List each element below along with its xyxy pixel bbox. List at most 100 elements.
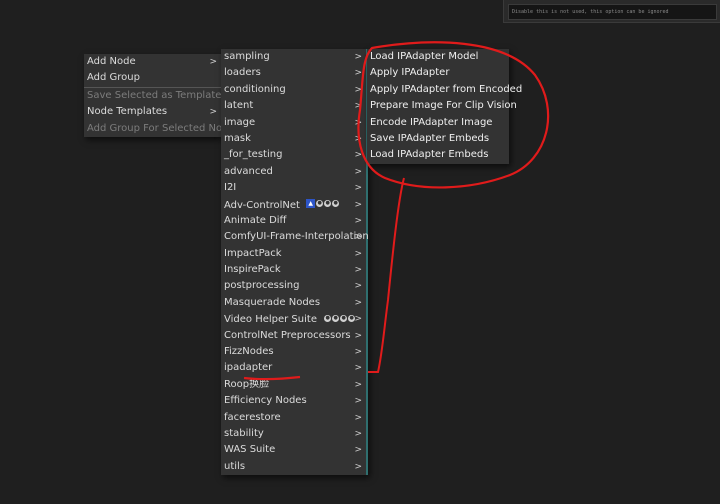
category-label: utils bbox=[224, 460, 246, 472]
category-label: ipadapter bbox=[224, 362, 273, 374]
menu-item-save-selected-as-template: Save Selected as Template bbox=[84, 86, 221, 104]
menu-item-save-ipadapter-embeds[interactable]: Save IPAdapter Embeds bbox=[367, 131, 509, 147]
submenu-arrow-icon: > bbox=[354, 150, 362, 161]
submenu-arrow-icon: > bbox=[354, 330, 362, 341]
category-image[interactable]: image > bbox=[221, 114, 368, 131]
badge-circle-icon: ● bbox=[332, 200, 340, 208]
submenu-arrow-icon: > bbox=[354, 133, 362, 144]
menu-item-load-ipadapter-model[interactable]: Load IPAdapter Model bbox=[367, 49, 509, 65]
badge-circle-icon: ● bbox=[324, 200, 332, 208]
category-label: Animate Diff bbox=[224, 214, 287, 226]
category-label: Efficiency Nodes bbox=[224, 395, 307, 407]
menu-item-add-node[interactable]: Add Node > bbox=[84, 54, 221, 70]
menu-item-apply-ipadapter-from-encoded[interactable]: Apply IPAdapter from Encoded bbox=[367, 82, 522, 98]
category-label: facerestore bbox=[224, 411, 281, 423]
category-facerestore[interactable]: facerestore > bbox=[221, 409, 368, 426]
submenu-arrow-icon: > bbox=[354, 215, 362, 226]
category-stability[interactable]: stability > bbox=[221, 425, 368, 443]
menu-item-apply-ipadapter[interactable]: Apply IPAdapter bbox=[367, 65, 509, 81]
category-comfyui-frame-interpolation[interactable]: ComfyUI-Frame-Interpolation > bbox=[221, 229, 369, 246]
category-impactpack[interactable]: ImpactPack > bbox=[221, 245, 368, 263]
submenu-arrow-icon: > bbox=[354, 52, 362, 62]
menu-item-label: Save IPAdapter Embeds bbox=[370, 132, 490, 144]
category-ipadapter[interactable]: ipadapter > bbox=[221, 360, 368, 377]
category-label: mask bbox=[224, 132, 251, 144]
category-label: ImpactPack bbox=[224, 247, 282, 259]
submenu-arrow-icon: > bbox=[354, 199, 362, 210]
submenu-arrow-icon: > bbox=[209, 57, 217, 67]
menu-item-label: Apply IPAdapter bbox=[370, 67, 450, 79]
menu-item-label: Add Node bbox=[87, 56, 136, 67]
menu-item-load-ipadapter-embeds[interactable]: Load IPAdapter Embeds bbox=[367, 147, 509, 163]
category-advanced[interactable]: advanced > bbox=[221, 163, 368, 181]
menu-item-add-group-for-selected-nodes: Add Group For Selected Nodes bbox=[84, 121, 240, 137]
submenu-arrow-icon: > bbox=[354, 232, 362, 243]
category-video-helper-suite[interactable]: Video Helper Suite ● ● ● ● > bbox=[221, 311, 368, 328]
panel-text: Disable this is not used, this option ca… bbox=[508, 4, 717, 20]
badge-circle-icon: ● bbox=[324, 314, 332, 322]
category-latent[interactable]: latent > bbox=[221, 98, 368, 115]
submenu-arrow-icon: > bbox=[354, 428, 362, 439]
category-fizznodes[interactable]: FizzNodes > bbox=[221, 344, 368, 361]
submenu-arrow-icon: > bbox=[354, 363, 362, 374]
category-i2i[interactable]: I2I > bbox=[221, 180, 368, 197]
category-label: image bbox=[224, 116, 256, 128]
category-label: loaders bbox=[224, 67, 261, 79]
category-was-suite[interactable]: WAS Suite > bbox=[221, 442, 368, 459]
submenu-arrow-icon: > bbox=[354, 379, 362, 390]
canvas-context-menu: Add Node > Add Group Save Selected as Te… bbox=[84, 54, 240, 137]
category-masquerade-nodes[interactable]: Masquerade Nodes > bbox=[221, 294, 368, 312]
submenu-arrow-icon: > bbox=[354, 84, 362, 95]
category-label: InspirePack bbox=[224, 264, 281, 276]
category-label: Masquerade Nodes bbox=[224, 296, 321, 308]
menu-item-label: Prepare Image For Clip Vision bbox=[370, 100, 517, 112]
submenu-arrow-icon: > bbox=[354, 248, 362, 259]
menu-item-node-templates[interactable]: Node Templates > bbox=[84, 104, 221, 120]
menu-item-prepare-image-for-clip-vision[interactable]: Prepare Image For Clip Vision bbox=[367, 98, 517, 114]
menu-item-label: Load IPAdapter Embeds bbox=[370, 149, 489, 161]
submenu-arrow-icon: > bbox=[209, 107, 217, 118]
category-for-testing[interactable]: _for_testing > bbox=[221, 147, 368, 164]
category-conditioning[interactable]: conditioning > bbox=[221, 81, 368, 99]
category-controlnet-preprocessors[interactable]: ControlNet Preprocessors > bbox=[221, 327, 368, 345]
category-sampling[interactable]: sampling > bbox=[221, 49, 368, 66]
submenu-arrow-icon: > bbox=[354, 347, 362, 358]
menu-item-label: Load IPAdapter Model bbox=[370, 51, 479, 62]
category-badges: ● ● ● ● bbox=[323, 311, 356, 327]
category-animate-diff[interactable]: Animate Diff > bbox=[221, 212, 368, 230]
submenu-arrow-icon: > bbox=[354, 68, 362, 79]
menu-item-label: Add Group bbox=[87, 72, 140, 84]
category-utils[interactable]: utils > bbox=[221, 458, 368, 476]
category-loaders[interactable]: loaders > bbox=[221, 65, 368, 82]
menu-item-label: Apply IPAdapter from Encoded bbox=[370, 83, 523, 95]
menu-item-encode-ipadapter-image[interactable]: Encode IPAdapter Image bbox=[367, 115, 509, 131]
annotation-connector bbox=[368, 177, 405, 373]
submenu-arrow-icon: > bbox=[354, 265, 362, 276]
category-label: _for_testing bbox=[224, 149, 283, 161]
category-inspirepack[interactable]: InspirePack > bbox=[221, 262, 368, 279]
category-postprocessing[interactable]: postprocessing > bbox=[221, 278, 368, 295]
submenu-arrow-icon: > bbox=[354, 297, 362, 308]
category-label: Adv-ControlNet bbox=[224, 199, 300, 211]
category-label: stability bbox=[224, 427, 264, 439]
badge-circle-icon: ● bbox=[340, 314, 348, 322]
submenu-arrow-icon: > bbox=[354, 412, 362, 423]
submenu-arrow-icon: > bbox=[354, 314, 362, 325]
submenu-arrow-icon: > bbox=[354, 166, 362, 177]
category-mask[interactable]: mask > bbox=[221, 130, 368, 148]
category-label: postprocessing bbox=[224, 280, 300, 292]
category-adv-controlnet[interactable]: Adv-ControlNet ▲ ● ● ● > bbox=[221, 196, 368, 213]
submenu-arrow-icon: > bbox=[354, 117, 362, 128]
category-label: conditioning bbox=[224, 83, 286, 95]
category-roop[interactable]: Roop换脸 > bbox=[221, 376, 368, 394]
menu-item-add-group[interactable]: Add Group bbox=[84, 70, 221, 86]
menu-item-label: Node Templates bbox=[87, 106, 168, 118]
category-badges: ▲ ● ● ● bbox=[306, 197, 340, 213]
properties-panel: Disable this is not used, this option ca… bbox=[503, 0, 720, 23]
badge-circle-icon: ● bbox=[316, 200, 324, 208]
node-category-menu: sampling > loaders > conditioning > latent >… bbox=[221, 49, 369, 476]
category-efficiency-nodes[interactable]: Efficiency Nodes > bbox=[221, 393, 368, 410]
category-label: advanced bbox=[224, 165, 273, 177]
menu-item-label: Add Group For Selected Nodes bbox=[87, 122, 240, 134]
ipadapter-submenu: Load IPAdapter Model Apply IPAdapter App… bbox=[367, 49, 522, 164]
